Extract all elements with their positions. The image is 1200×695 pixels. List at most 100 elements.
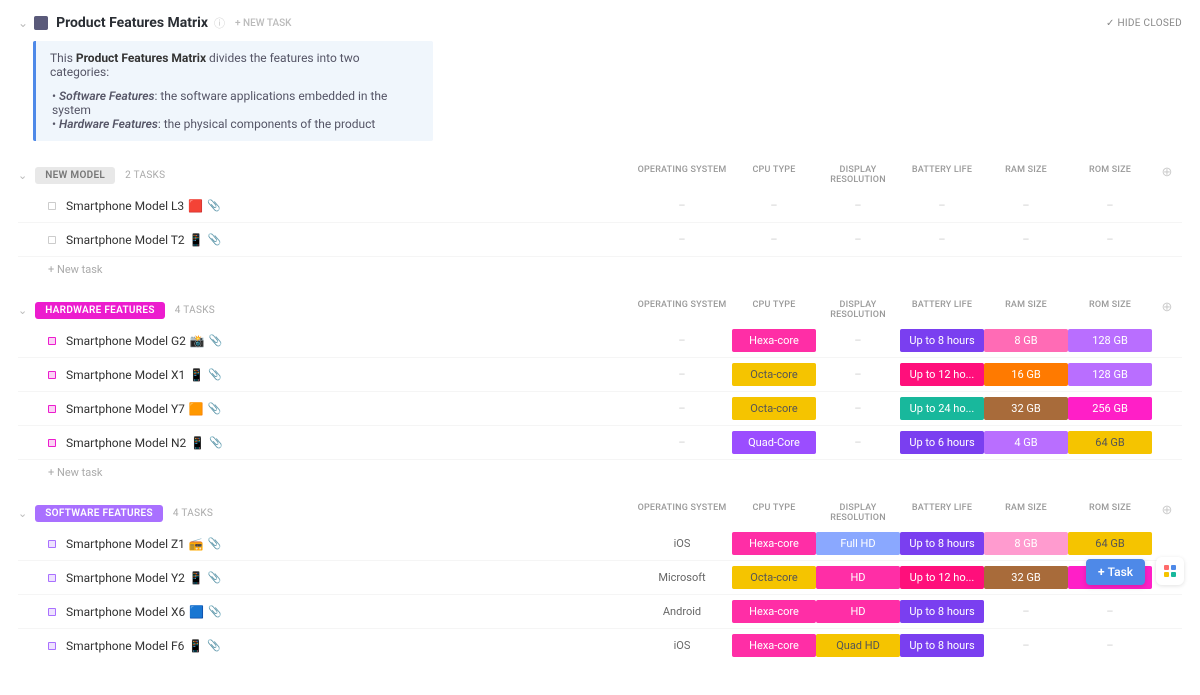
task-name[interactable]: Smartphone Model F6	[66, 639, 184, 653]
column-header[interactable]: BATTERY LIFE	[900, 503, 984, 523]
new-task-link[interactable]: New task	[18, 460, 1182, 481]
column-header[interactable]: RAM SIZE	[984, 503, 1068, 523]
cell-value[interactable]: Up to 8 hours	[900, 634, 984, 657]
column-header[interactable]: OPERATING SYSTEM	[632, 503, 732, 523]
group-label[interactable]: HARDWARE FEATURES	[35, 302, 165, 319]
cell-value[interactable]: –	[632, 329, 732, 352]
column-header[interactable]: ROM SIZE	[1068, 503, 1152, 523]
cell-value[interactable]: –	[900, 228, 984, 251]
attachment-icon[interactable]: 📎	[208, 537, 222, 550]
task-row[interactable]: Smartphone Model X1 📱 📎 –Octa-core–Up to…	[18, 358, 1182, 392]
column-header[interactable]: DISPLAY RESOLUTION	[816, 300, 900, 320]
cell-value[interactable]: 8 GB	[984, 329, 1068, 352]
column-header[interactable]: DISPLAY RESOLUTION	[816, 503, 900, 523]
add-column-icon[interactable]: ⊕	[1152, 503, 1182, 523]
cell-value[interactable]: Up to 6 hours	[900, 431, 984, 454]
cell-value[interactable]: Hexa-core	[732, 532, 816, 555]
cell-value[interactable]: –	[1068, 600, 1152, 623]
cell-value[interactable]: Octa-core	[732, 363, 816, 386]
group-label[interactable]: SOFTWARE FEATURES	[35, 505, 163, 522]
task-row[interactable]: Smartphone Model T2 📱 📎 ––––––	[18, 223, 1182, 257]
status-square[interactable]	[48, 608, 56, 616]
cell-value[interactable]: 128 GB	[1068, 363, 1152, 386]
cell-value[interactable]: Quad-Core	[732, 431, 816, 454]
task-name[interactable]: Smartphone Model G2	[66, 334, 186, 348]
cell-value[interactable]: 64 GB	[1068, 532, 1152, 555]
status-square[interactable]	[48, 540, 56, 548]
cell-value[interactable]: Octa-core	[732, 397, 816, 420]
cell-value[interactable]: –	[984, 634, 1068, 657]
task-name[interactable]: Smartphone Model X1	[66, 368, 185, 382]
cell-value[interactable]: Up to 12 ho...	[900, 566, 984, 589]
status-square[interactable]	[48, 439, 56, 447]
cell-value[interactable]: 32 GB	[984, 397, 1068, 420]
column-header[interactable]: BATTERY LIFE	[900, 300, 984, 320]
task-row[interactable]: Smartphone Model Y2 📱 📎 MicrosoftOcta-co…	[18, 561, 1182, 595]
column-header[interactable]: OPERATING SYSTEM	[632, 300, 732, 320]
cell-value[interactable]: HD	[816, 566, 900, 589]
cell-value[interactable]: 128 GB	[1068, 329, 1152, 352]
cell-value[interactable]: –	[632, 397, 732, 420]
column-header[interactable]: RAM SIZE	[984, 165, 1068, 185]
column-header[interactable]: BATTERY LIFE	[900, 165, 984, 185]
info-icon[interactable]: ⓘ	[214, 15, 225, 31]
cell-value[interactable]: 4 GB	[984, 431, 1068, 454]
column-header[interactable]: ROM SIZE	[1068, 300, 1152, 320]
column-header[interactable]: CPU TYPE	[732, 503, 816, 523]
attachment-icon[interactable]: 📎	[207, 199, 221, 212]
cell-value[interactable]: Up to 12 ho...	[900, 363, 984, 386]
cell-value[interactable]: Microsoft	[632, 566, 732, 589]
status-square[interactable]	[48, 337, 56, 345]
column-header[interactable]: RAM SIZE	[984, 300, 1068, 320]
cell-value[interactable]: Octa-core	[732, 566, 816, 589]
task-name[interactable]: Smartphone Model X6	[66, 605, 185, 619]
cell-value[interactable]: –	[984, 600, 1068, 623]
cell-value[interactable]: Android	[632, 600, 732, 623]
attachment-icon[interactable]: 📎	[208, 402, 222, 415]
cell-value[interactable]: –	[632, 431, 732, 454]
collapse-all-icon[interactable]: ⌄	[18, 16, 28, 30]
column-header[interactable]: CPU TYPE	[732, 300, 816, 320]
cell-value[interactable]: –	[1068, 228, 1152, 251]
cell-value[interactable]: –	[732, 228, 816, 251]
cell-value[interactable]: 64 GB	[1068, 431, 1152, 454]
cell-value[interactable]: –	[984, 194, 1068, 217]
task-name[interactable]: Smartphone Model Y7	[66, 402, 185, 416]
collapse-icon[interactable]: ⌄	[18, 304, 27, 317]
attachment-icon[interactable]: 📎	[208, 368, 222, 381]
task-row[interactable]: Smartphone Model L3 🟥 📎 ––––––	[18, 189, 1182, 223]
cell-value[interactable]: iOS	[632, 532, 732, 555]
attachment-icon[interactable]: 📎	[209, 334, 223, 347]
add-column-icon[interactable]: ⊕	[1152, 165, 1182, 185]
cell-value[interactable]: –	[732, 194, 816, 217]
task-row[interactable]: Smartphone Model G2 📸 📎 –Hexa-core–Up to…	[18, 324, 1182, 358]
fab-new-task[interactable]: Task	[1086, 559, 1145, 585]
column-header[interactable]: OPERATING SYSTEM	[632, 165, 732, 185]
task-name[interactable]: Smartphone Model L3	[66, 199, 184, 213]
cell-value[interactable]: Up to 8 hours	[900, 600, 984, 623]
task-row[interactable]: Smartphone Model Y7 🟧 📎 –Octa-core–Up to…	[18, 392, 1182, 426]
collapse-icon[interactable]: ⌄	[18, 507, 27, 520]
column-header[interactable]: ROM SIZE	[1068, 165, 1152, 185]
cell-value[interactable]: Quad HD	[816, 634, 900, 657]
cell-value[interactable]: 8 GB	[984, 532, 1068, 555]
task-row[interactable]: Smartphone Model Z1 📻 📎 iOSHexa-coreFull…	[18, 527, 1182, 561]
cell-value[interactable]: –	[816, 431, 900, 454]
cell-value[interactable]: –	[632, 228, 732, 251]
cell-value[interactable]: –	[632, 194, 732, 217]
group-label[interactable]: NEW MODEL	[35, 167, 115, 184]
task-name[interactable]: Smartphone Model T2	[66, 233, 185, 247]
attachment-icon[interactable]: 📎	[207, 639, 221, 652]
cell-value[interactable]: Up to 8 hours	[900, 532, 984, 555]
cell-value[interactable]: 256 GB	[1068, 397, 1152, 420]
collapse-icon[interactable]: ⌄	[18, 169, 27, 182]
cell-value[interactable]: 32 GB	[984, 566, 1068, 589]
column-header[interactable]: DISPLAY RESOLUTION	[816, 165, 900, 185]
cell-value[interactable]: HD	[816, 600, 900, 623]
status-square[interactable]	[48, 371, 56, 379]
cell-value[interactable]: Hexa-core	[732, 634, 816, 657]
attachment-icon[interactable]: 📎	[208, 233, 222, 246]
fab-apps[interactable]	[1156, 557, 1184, 585]
task-name[interactable]: Smartphone Model Z1	[66, 537, 185, 551]
task-row[interactable]: Smartphone Model N2 📱 📎 –Quad-Core–Up to…	[18, 426, 1182, 460]
